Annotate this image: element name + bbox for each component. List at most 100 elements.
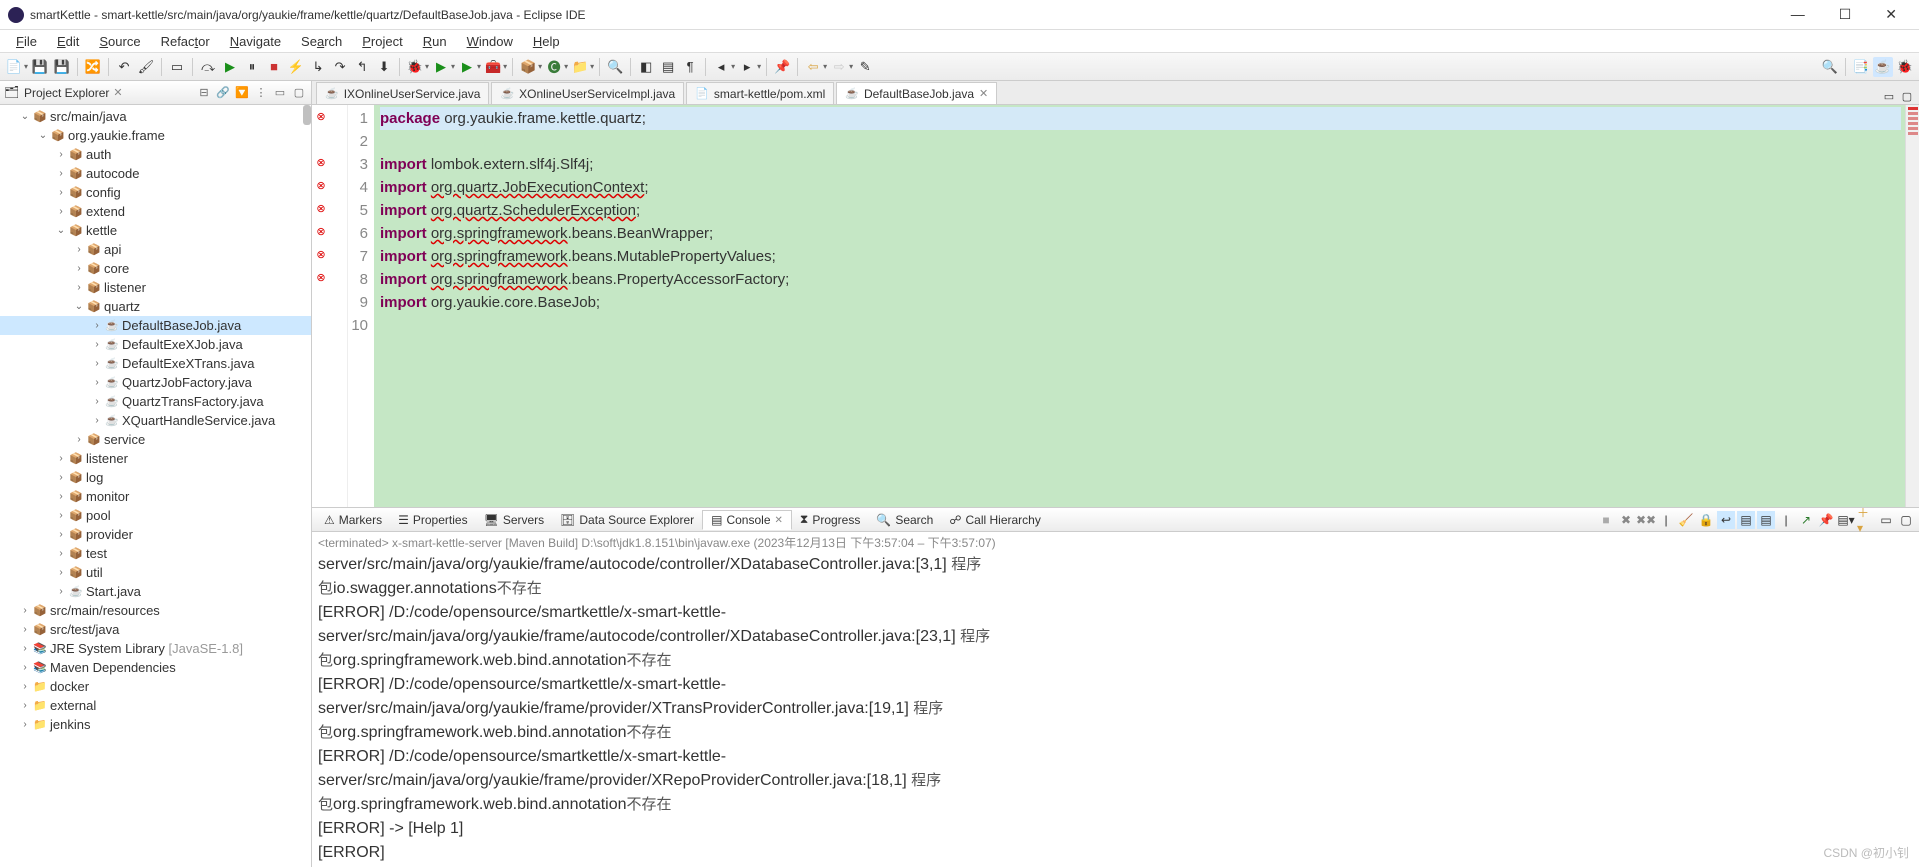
- menu-window[interactable]: Window: [457, 32, 523, 51]
- menu-navigate[interactable]: Navigate: [220, 32, 291, 51]
- tree-docker[interactable]: docker: [50, 679, 89, 694]
- tab-markers[interactable]: ⚠Markers: [316, 511, 390, 529]
- save-all-icon[interactable]: 💾: [52, 57, 72, 77]
- tab-properties[interactable]: ☰Properties: [390, 511, 475, 529]
- perspective-icon[interactable]: 📑: [1851, 57, 1871, 77]
- menu-edit[interactable]: Edit: [47, 32, 89, 51]
- undo-icon[interactable]: ↶: [114, 57, 134, 77]
- error-marker-icon[interactable]: ⊗: [312, 220, 330, 243]
- tab-pom[interactable]: 📄smart-kettle/pom.xml: [686, 82, 834, 104]
- tab-close-icon[interactable]: ✕: [979, 87, 988, 100]
- new-pkg-icon[interactable]: 📦: [518, 57, 538, 77]
- menu-search[interactable]: Search: [291, 32, 352, 51]
- terminal-icon[interactable]: ▭: [167, 57, 187, 77]
- tree-defaultexexjob[interactable]: DefaultExeXJob.java: [122, 337, 243, 352]
- pin-icon[interactable]: 📌: [772, 57, 792, 77]
- tree-log[interactable]: log: [86, 470, 103, 485]
- menu-run[interactable]: Run: [413, 32, 457, 51]
- error-marker-icon[interactable]: ⊗: [312, 174, 330, 197]
- new-class-icon[interactable]: 🅒: [544, 57, 564, 77]
- tree-defaultbasejob[interactable]: DefaultBaseJob.java: [122, 318, 241, 333]
- error-marker-icon[interactable]: ⊗: [312, 151, 330, 174]
- java-perspective-icon[interactable]: ☕: [1873, 57, 1893, 77]
- tree-api[interactable]: api: [104, 242, 121, 257]
- console-output[interactable]: server/src/main/java/org/yaukie/frame/au…: [312, 553, 1919, 867]
- tree-kettle[interactable]: kettle: [86, 223, 117, 238]
- tree-external[interactable]: external: [50, 698, 96, 713]
- close-button[interactable]: ✕: [1877, 6, 1905, 23]
- debug-skip-icon[interactable]: ⤼: [198, 57, 218, 77]
- new-src-icon[interactable]: 📁: [570, 57, 590, 77]
- tree-provider[interactable]: provider: [86, 527, 133, 542]
- last-edit-icon[interactable]: ✎: [855, 57, 875, 77]
- tab-servers[interactable]: 🖥Servers: [476, 511, 553, 529]
- ov-error-marker[interactable]: [1908, 107, 1918, 110]
- editor-max-icon[interactable]: ▢: [1899, 88, 1915, 104]
- tree-xquarthandle[interactable]: XQuartHandleService.java: [122, 413, 275, 428]
- tree-defaultexextrans[interactable]: DefaultExeXTrans.java: [122, 356, 254, 371]
- tree-jre[interactable]: JRE System Library: [50, 641, 165, 656]
- gutter[interactable]: ⊗ ⊗ ⊗ ⊗ ⊗ ⊗ ⊗: [312, 105, 348, 507]
- switch-icon[interactable]: 🔀: [83, 57, 103, 77]
- disconnect-icon[interactable]: ⚡: [286, 57, 306, 77]
- console-clear-icon[interactable]: 🧹: [1677, 511, 1695, 529]
- error-marker-icon[interactable]: ⊗: [312, 266, 330, 289]
- prev-ann-icon[interactable]: ◂: [711, 57, 731, 77]
- stop-icon[interactable]: ■: [264, 57, 284, 77]
- error-marker-icon[interactable]: ⊗: [312, 197, 330, 220]
- link-editor-icon[interactable]: 🔗: [215, 85, 231, 101]
- redo-icon[interactable]: 🖌: [136, 57, 156, 77]
- tab-ixonlineuserservice[interactable]: IXOnlineUserService.java: [316, 82, 489, 104]
- menu-source[interactable]: Source: [89, 32, 150, 51]
- tree-quartz[interactable]: quartz: [104, 299, 140, 314]
- tree-core[interactable]: core: [104, 261, 129, 276]
- menu-refactor[interactable]: Refactor: [151, 32, 220, 51]
- ext-tools-icon[interactable]: 🧰: [483, 57, 503, 77]
- tab-xonlineuserserviceimpl[interactable]: XOnlineUserServiceImpl.java: [491, 82, 684, 104]
- toggle-ws-icon[interactable]: ¶: [680, 57, 700, 77]
- tab-progress[interactable]: ⧗Progress: [792, 510, 868, 529]
- tree-test[interactable]: test: [86, 546, 107, 561]
- toggle-block-icon[interactable]: ▤: [658, 57, 678, 77]
- project-tree[interactable]: ⌄src/main/java ⌄org.yaukie.frame ›auth ›…: [0, 105, 311, 867]
- min-icon[interactable]: ▭: [272, 85, 288, 101]
- tree-autocode[interactable]: autocode: [86, 166, 140, 181]
- tree-start[interactable]: Start.java: [86, 584, 141, 599]
- search-icon[interactable]: 🔍: [605, 57, 625, 77]
- error-marker-icon[interactable]: ⊗: [312, 105, 330, 128]
- bp-max-icon[interactable]: ▢: [1897, 511, 1915, 529]
- step-over-icon[interactable]: ↷: [330, 57, 350, 77]
- minimize-button[interactable]: —: [1783, 6, 1813, 23]
- coverage-icon[interactable]: ▶: [457, 57, 477, 77]
- editor-min-icon[interactable]: ▭: [1881, 88, 1897, 104]
- tree-listener[interactable]: listener: [104, 280, 146, 295]
- tree-pool[interactable]: pool: [86, 508, 111, 523]
- new-dd[interactable]: ▾: [24, 62, 28, 71]
- tree-srctest[interactable]: src/test/java: [50, 622, 119, 637]
- tree-listener2[interactable]: listener: [86, 451, 128, 466]
- pause-icon[interactable]: ⏸: [242, 57, 262, 77]
- tree-jenkins[interactable]: jenkins: [50, 717, 90, 732]
- tab-search[interactable]: 🔍Search: [868, 511, 941, 529]
- toggle-mark-icon[interactable]: ◧: [636, 57, 656, 77]
- drop-frame-icon[interactable]: ⬇: [374, 57, 394, 77]
- console-remove-all-icon[interactable]: ✖✖: [1637, 511, 1655, 529]
- menu-help[interactable]: Help: [523, 32, 570, 51]
- fwd-icon[interactable]: ⇨: [829, 57, 849, 77]
- tab-dse[interactable]: 🗄Data Source Explorer: [552, 511, 702, 529]
- console-terminate-icon[interactable]: ■: [1597, 511, 1615, 529]
- maximize-button[interactable]: ☐: [1831, 6, 1860, 23]
- menu-file[interactable]: File: [6, 32, 47, 51]
- debug-perspective-icon[interactable]: 🐞: [1895, 57, 1915, 77]
- code-editor[interactable]: ⊗ ⊗ ⊗ ⊗ ⊗ ⊗ ⊗ 123 456 789 10 package org…: [312, 105, 1919, 507]
- tree-maven[interactable]: Maven Dependencies: [50, 660, 176, 675]
- console-pin-icon[interactable]: 📌: [1817, 511, 1835, 529]
- explorer-close-icon[interactable]: ✕: [113, 86, 122, 99]
- console-display-icon[interactable]: ▤▾: [1837, 511, 1855, 529]
- view-menu-icon[interactable]: ⋮: [253, 85, 269, 101]
- tree-util[interactable]: util: [86, 565, 103, 580]
- bp-min-icon[interactable]: ▭: [1877, 511, 1895, 529]
- tree-auth[interactable]: auth: [86, 147, 111, 162]
- console-open-icon[interactable]: ↗: [1797, 511, 1815, 529]
- step-into-icon[interactable]: ↳: [308, 57, 328, 77]
